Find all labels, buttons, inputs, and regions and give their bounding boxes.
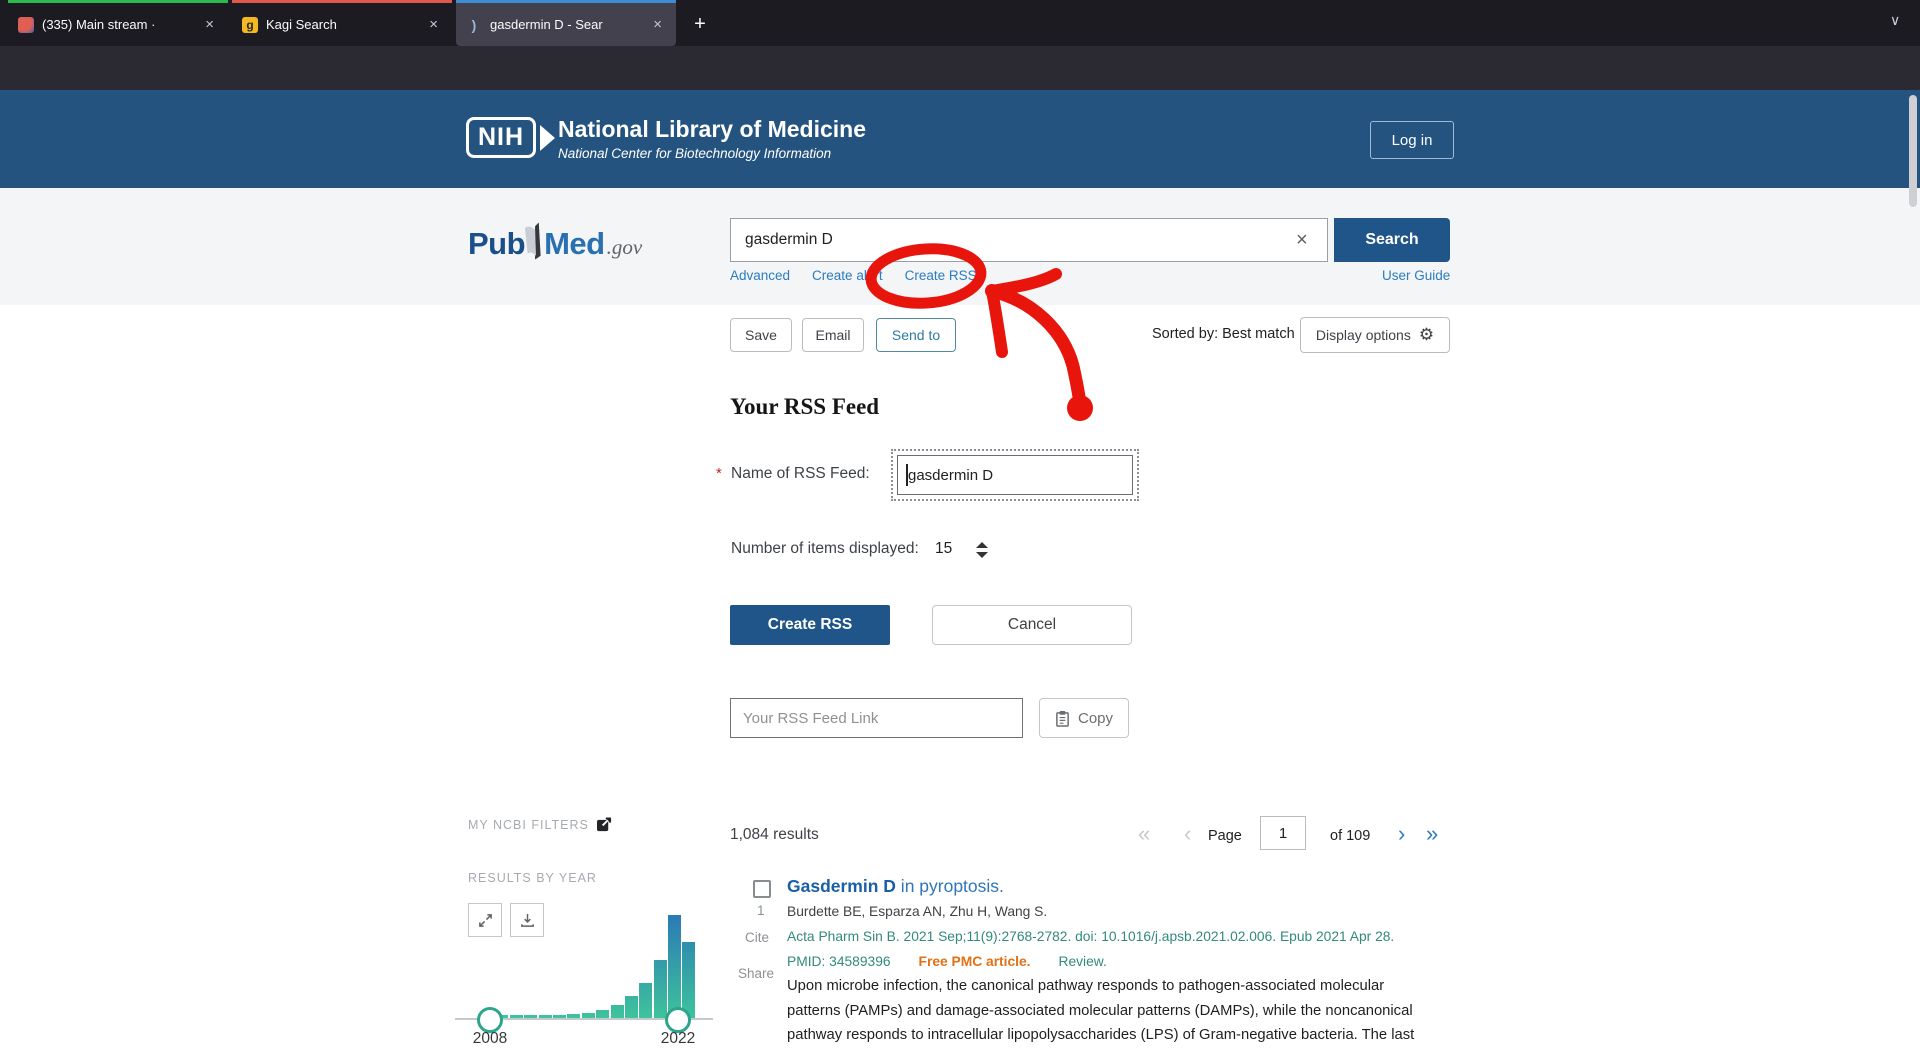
page-number-input[interactable] (1260, 816, 1306, 850)
result-number: 1 (757, 903, 765, 918)
my-ncbi-filters-label[interactable]: MY NCBI FILTERS (468, 817, 612, 832)
stream-favicon-icon (18, 17, 34, 33)
copy-label: Copy (1078, 710, 1113, 727)
create-rss-button[interactable]: Create RSS (730, 605, 890, 645)
rss-feed-heading: Your RSS Feed (730, 394, 879, 420)
list-all-tabs-chevron-icon[interactable]: ∨ (1890, 12, 1900, 29)
gear-icon: ⚙ (1419, 325, 1434, 345)
year-start-label: 2008 (460, 1030, 520, 1048)
external-link-icon (597, 817, 612, 832)
page-total-label: of 109 (1330, 828, 1370, 844)
search-button[interactable]: Search (1334, 218, 1450, 262)
rss-name-input[interactable] (897, 455, 1133, 495)
pubmed-page: NIH National Library of Medicine Nationa… (0, 90, 1920, 1048)
year-bar (668, 915, 681, 1018)
last-page-icon[interactable]: » (1426, 821, 1438, 847)
result-citation: Acta Pharm Sin B. 2021 Sep;11(9):2768-27… (787, 929, 1394, 944)
first-page-icon: « (1138, 821, 1150, 847)
results-count: 1,084 results (730, 826, 819, 844)
nih-logo[interactable]: NIH (466, 117, 555, 158)
user-guide-link[interactable]: User Guide (1382, 268, 1450, 283)
rss-feed-link-input[interactable] (730, 698, 1023, 738)
year-bar (596, 1010, 609, 1018)
items-displayed-label: Number of items displayed: (731, 540, 919, 558)
display-options-label: Display options (1316, 327, 1411, 343)
create-alert-link[interactable]: Create alert (812, 268, 883, 283)
tab-kagi-search[interactable]: g Kagi Search × (232, 0, 452, 46)
tab-title: gasdermin D - Sear (490, 17, 643, 32)
pubmed-favicon-icon: ) (466, 17, 482, 33)
sorted-by-label: Sorted by: Best match (1152, 326, 1295, 342)
navigation-toolbar: ← → ↻ ⌂ ⇄ https://pubmed.ncbi.nlm.nih.go… (0, 46, 1920, 90)
review-badge: Review. (1059, 954, 1107, 969)
year-bar (611, 1005, 624, 1018)
year-bar (654, 960, 667, 1018)
kagi-favicon-icon: g (242, 17, 258, 33)
results-by-year-chart (481, 915, 697, 1018)
container-stripe-red (232, 0, 452, 3)
required-asterisk: * (716, 465, 722, 482)
year-bar (682, 942, 695, 1018)
search-links: Advanced Create alert Create RSS (730, 268, 977, 283)
prev-page-icon: ‹ (1184, 821, 1191, 847)
result-meta: PMID: 34589396 Free PMC article. Review. (787, 954, 1107, 969)
close-tab-icon[interactable]: × (649, 15, 666, 34)
result-title-term: Gasdermin D (787, 876, 896, 896)
display-options-button[interactable]: Display options ⚙ (1300, 317, 1450, 353)
rss-name-label: Name of RSS Feed: (731, 465, 870, 483)
result-authors: Burdette BE, Esparza AN, Zhu H, Wang S. (787, 904, 1047, 919)
container-stripe-blue (456, 0, 676, 3)
email-button[interactable]: Email (802, 318, 864, 352)
result-checkbox[interactable] (753, 880, 771, 898)
cite-link[interactable]: Cite (745, 930, 769, 945)
tab-bar: (335) Main stream · × g Kagi Search × ) … (0, 0, 1920, 47)
tab-pubmed-active[interactable]: ) gasdermin D - Sear × (456, 0, 676, 46)
clipboard-icon (1055, 710, 1070, 727)
nih-logo-text: NIH (466, 117, 536, 158)
pubmed-logo-pub: Pub (468, 224, 525, 264)
clear-search-icon[interactable]: × (1296, 229, 1308, 252)
result-title-rest: in pyroptosis. (896, 876, 1004, 896)
pubmed-logo-gov: .gov (607, 230, 643, 264)
nlm-title: National Library of Medicine (558, 116, 866, 143)
tab-title: (335) Main stream · (42, 17, 195, 32)
ncbi-subtitle: National Center for Biotechnology Inform… (558, 146, 831, 161)
advanced-link[interactable]: Advanced (730, 268, 790, 283)
cancel-button[interactable]: Cancel (932, 605, 1132, 645)
pubmed-logo-med: Med (544, 224, 605, 264)
free-pmc-badge: Free PMC article. (919, 954, 1031, 969)
result-pmid: PMID: 34589396 (787, 954, 891, 969)
items-displayed-value: 15 (935, 540, 952, 558)
next-page-icon[interactable]: › (1398, 821, 1405, 847)
year-bar (625, 996, 638, 1018)
close-tab-icon[interactable]: × (201, 15, 218, 34)
nih-logo-arrow (540, 125, 555, 151)
new-tab-button[interactable]: + (686, 10, 714, 38)
results-by-year-label: RESULTS BY YEAR (468, 871, 597, 885)
nih-header: NIH National Library of Medicine Nationa… (0, 90, 1920, 188)
login-button[interactable]: Log in (1370, 121, 1454, 159)
save-button[interactable]: Save (730, 318, 792, 352)
year-bar (639, 983, 652, 1018)
create-rss-link[interactable]: Create RSS (905, 268, 977, 283)
close-tab-icon[interactable]: × (425, 15, 442, 34)
tab-title: Kagi Search (266, 17, 419, 32)
stepper-icon[interactable] (976, 542, 990, 558)
copy-button[interactable]: Copy (1039, 698, 1129, 738)
pubmed-logo[interactable]: Pub Med .gov (468, 218, 642, 264)
result-title-link[interactable]: Gasdermin D in pyroptosis. (787, 876, 1004, 897)
send-to-button[interactable]: Send to (876, 318, 956, 352)
page-scrollbar-thumb[interactable] (1909, 95, 1917, 207)
result-snippet: Upon microbe infection, the canonical pa… (787, 974, 1439, 1048)
year-end-label: 2022 (648, 1030, 708, 1048)
text-caret (906, 464, 908, 486)
page-label: Page (1208, 828, 1242, 844)
container-stripe-green (8, 0, 228, 3)
tab-main-stream[interactable]: (335) Main stream · × (8, 0, 228, 46)
browser-window: (335) Main stream · × g Kagi Search × ) … (0, 0, 1920, 1048)
share-link[interactable]: Share (738, 966, 774, 981)
search-input[interactable] (730, 218, 1328, 262)
